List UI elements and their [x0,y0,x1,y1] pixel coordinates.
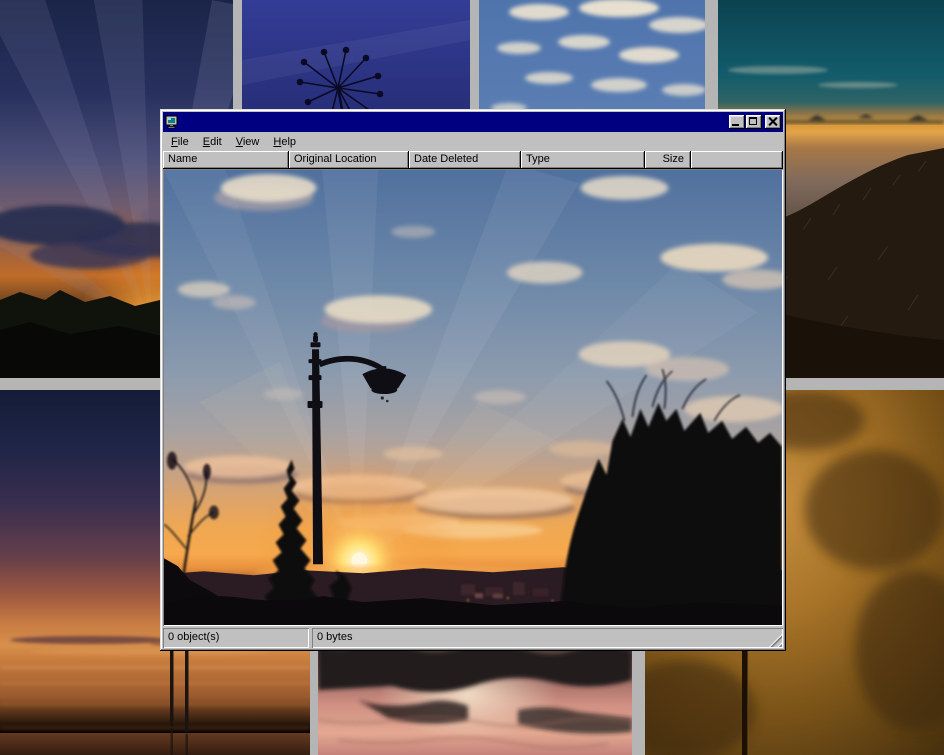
status-total-size: 0 bytes [312,628,783,648]
column-header-size[interactable]: Size [645,151,691,169]
column-header-date-deleted[interactable]: Date Deleted [409,151,521,169]
column-header-blank[interactable] [691,151,783,169]
menu-file[interactable]: File [164,134,196,150]
column-header-row: Name Original Location Date Deleted Type… [163,151,783,169]
close-icon [767,116,778,127]
status-object-count: 0 object(s) [163,628,309,648]
maximize-icon [749,117,757,125]
maximize-button[interactable] [746,115,762,129]
menu-view[interactable]: View [229,134,267,150]
computer-icon[interactable] [165,115,179,129]
status-bar: 0 object(s) 0 bytes [163,628,783,648]
titlebar[interactable] [163,112,783,132]
column-header-name[interactable]: Name [163,151,289,169]
minimize-button[interactable] [729,115,745,129]
recycle-bin-window: File Edit View Help Name Original Locati… [160,109,786,651]
minimize-icon [732,124,739,126]
status-total-size-text: 0 bytes [317,631,352,643]
resize-grip[interactable] [769,634,782,647]
close-button[interactable] [765,115,781,129]
column-header-type[interactable]: Type [521,151,645,169]
desktop: File Edit View Help Name Original Locati… [0,0,944,755]
column-header-original-location[interactable]: Original Location [289,151,409,169]
menu-edit[interactable]: Edit [196,134,229,150]
menu-bar: File Edit View Help [163,132,783,151]
list-view-sunset-photo [163,169,783,626]
menu-help[interactable]: Help [266,134,303,150]
